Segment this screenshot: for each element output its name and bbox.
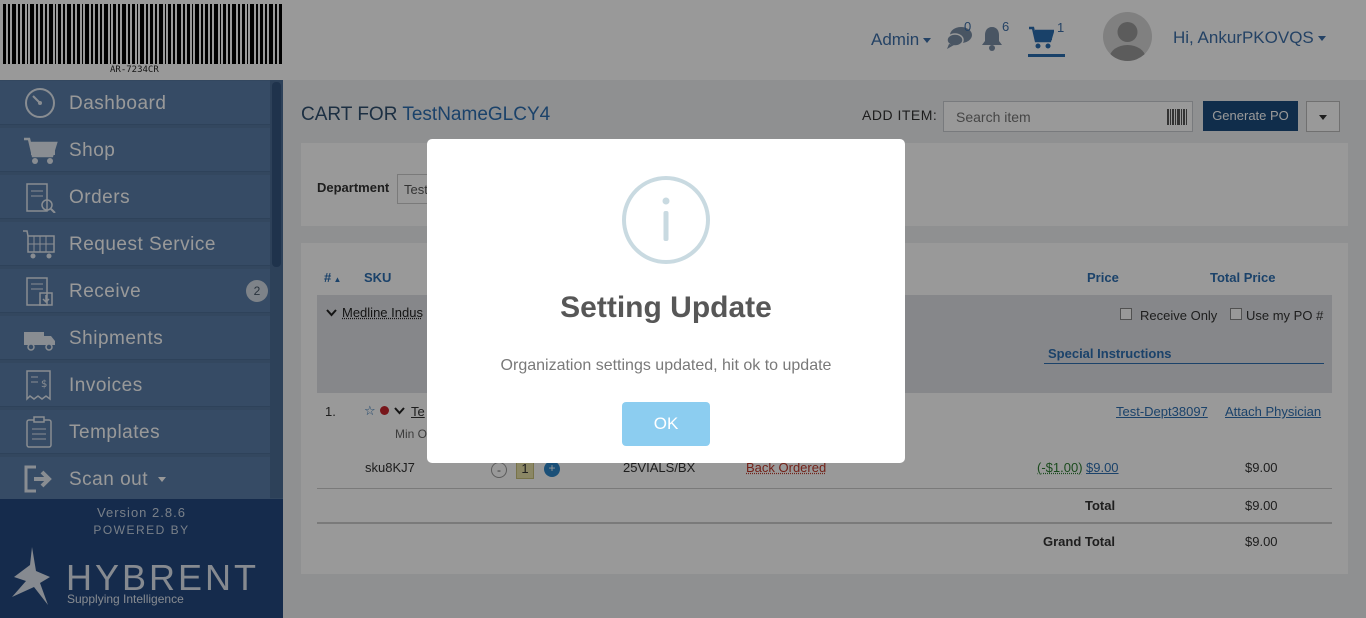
info-icon — [622, 176, 710, 264]
dialog-message: Organization settings updated, hit ok to… — [500, 357, 832, 374]
dialog-title: Setting Update — [560, 291, 772, 324]
ok-button[interactable]: OK — [622, 402, 710, 446]
setting-update-dialog: Setting Update Organization settings upd… — [427, 139, 905, 463]
